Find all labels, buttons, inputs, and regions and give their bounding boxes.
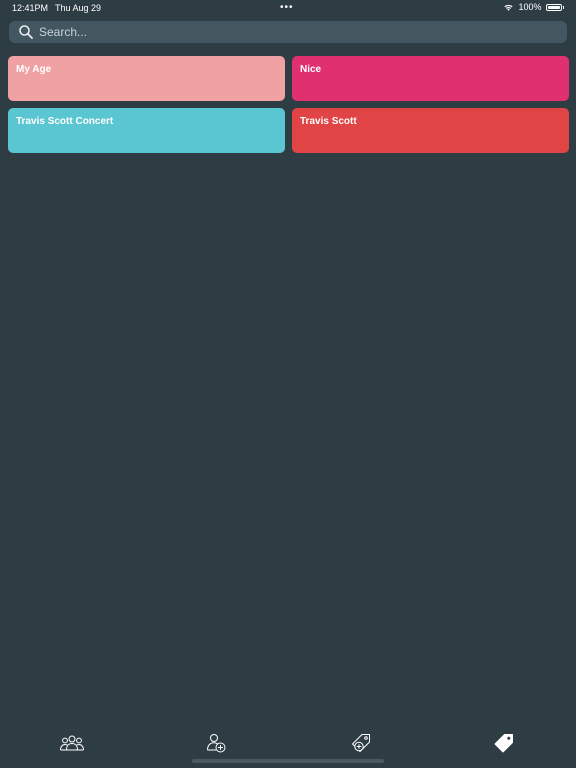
add-person-icon — [207, 734, 226, 753]
tag-card-travis-scott[interactable]: Travis Scott — [292, 108, 569, 153]
tag-card-label: Travis Scott Concert — [16, 116, 114, 127]
tag-card-label: Travis Scott — [300, 116, 357, 127]
status-date: Thu Aug 29 — [55, 3, 102, 13]
home-indicator — [192, 759, 384, 763]
tag-card-nice[interactable]: Nice — [292, 56, 569, 101]
tab-add-tag[interactable] — [346, 730, 376, 756]
search-input[interactable] — [39, 25, 539, 39]
people-icon — [60, 735, 84, 751]
tab-add-person[interactable] — [201, 730, 231, 756]
add-tag-icon — [352, 734, 370, 752]
tag-icon — [494, 734, 513, 753]
battery-icon — [545, 3, 562, 11]
tag-card-travis-scott-concert[interactable]: Travis Scott Concert — [8, 108, 285, 153]
status-indicators: 100% — [503, 2, 564, 12]
search-bar[interactable] — [9, 21, 567, 43]
tag-card-label: My Age — [16, 64, 52, 75]
wifi-icon — [504, 4, 514, 11]
battery-percentage: 100% — [518, 2, 542, 12]
search-icon — [19, 25, 33, 39]
status-time: 12:41PM — [12, 3, 49, 13]
tag-card-my-age[interactable]: My Age — [8, 56, 285, 101]
tag-card-label: Nice — [300, 64, 322, 75]
tab-tags[interactable] — [489, 730, 519, 756]
multitasking-dots[interactable]: ••• — [280, 2, 294, 13]
status-bar: 12:41PM Thu Aug 29 ••• 100% — [0, 0, 576, 16]
tag-grid: My Age Nice Travis Scott Concert Travis … — [8, 56, 569, 153]
tab-people[interactable] — [57, 730, 87, 756]
